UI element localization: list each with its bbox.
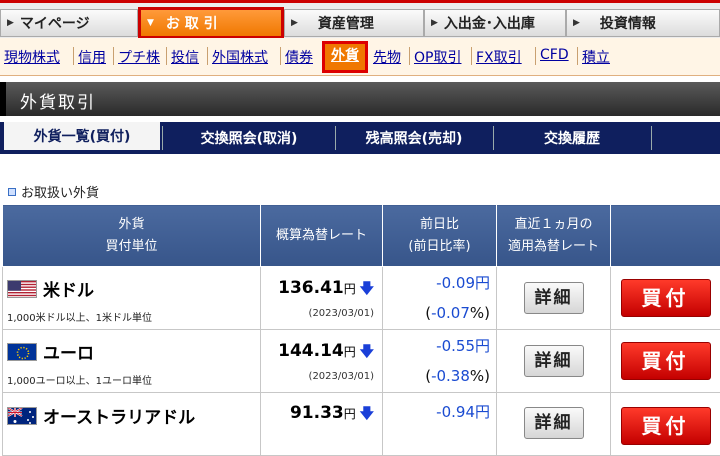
subnav-foreign-stock[interactable]: 外国株式 bbox=[212, 47, 268, 67]
change-percent: -0.38 bbox=[431, 367, 470, 385]
detail-button[interactable]: 詳細 bbox=[524, 345, 584, 377]
subnav-accumulate[interactable]: 積立 bbox=[582, 47, 610, 67]
triangle-right-icon: ▶ bbox=[291, 18, 298, 28]
divider bbox=[577, 47, 578, 65]
detail-cell: 詳細 bbox=[497, 267, 611, 330]
divider bbox=[280, 47, 281, 65]
us-flag-icon bbox=[7, 280, 37, 298]
tab-info[interactable]: ▶投資情報 bbox=[566, 9, 720, 37]
tab-exchange-inquiry[interactable]: 交換照会(取消) bbox=[164, 122, 334, 154]
rate-cell: 144.14円 🡇 (2023/03/01) bbox=[261, 330, 383, 393]
subnav-stock[interactable]: 現物株式 bbox=[4, 47, 60, 67]
divider bbox=[471, 47, 472, 65]
currency-name: ユーロ bbox=[3, 339, 260, 364]
divider bbox=[651, 126, 652, 150]
divider bbox=[166, 47, 167, 65]
currency-cell: 米ドル 1,000米ドル以上、1米ドル単位 bbox=[3, 267, 261, 330]
buy-button[interactable]: 買付 bbox=[621, 342, 711, 380]
buy-cell: 買付 bbox=[611, 393, 720, 456]
table-row: ユーロ 1,000ユーロ以上、1ユーロ単位 144.14円 🡇 (2023/03… bbox=[3, 330, 720, 393]
change-value: -0.94 bbox=[436, 403, 475, 421]
triangle-down-icon: ▼ bbox=[147, 18, 154, 28]
down-arrow-icon: 🡇 bbox=[360, 406, 374, 422]
triangle-right-icon: ▶ bbox=[573, 18, 580, 28]
tab-trade[interactable]: ▼お 取 引 bbox=[138, 7, 284, 39]
change-value: -0.09 bbox=[436, 274, 475, 292]
eu-flag-icon bbox=[7, 343, 37, 361]
buy-cell: 買付 bbox=[611, 330, 720, 393]
currency-table: 外貨買付単位 概算為替レート 前日比(前日比率) 直近１ヵ月の適用為替レート 米… bbox=[2, 204, 720, 456]
header-change: 前日比(前日比率) bbox=[383, 205, 497, 267]
down-arrow-icon: 🡇 bbox=[360, 344, 374, 360]
triangle-right-icon: ▶ bbox=[7, 18, 14, 28]
tab-assets[interactable]: ▶資産管理 bbox=[284, 9, 424, 37]
buy-cell: 買付 bbox=[611, 267, 720, 330]
detail-cell: 詳細 bbox=[497, 393, 611, 456]
currency-name: オーストラリアドル bbox=[3, 403, 260, 428]
detail-button[interactable]: 詳細 bbox=[524, 407, 584, 439]
sub-tabs: 外貨一覧(買付) 交換照会(取消) 残高照会(売却) 交換履歴 bbox=[0, 122, 720, 154]
subnav-petit[interactable]: プチ株 bbox=[118, 47, 160, 67]
buy-button[interactable]: 買付 bbox=[621, 279, 711, 317]
header-recent-rate: 直近１ヵ月の適用為替レート bbox=[497, 205, 611, 267]
subnav-bond[interactable]: 債券 bbox=[285, 47, 313, 67]
detail-button[interactable]: 詳細 bbox=[524, 282, 584, 314]
divider bbox=[409, 47, 410, 65]
tab-mypage[interactable]: ▶マイページ bbox=[0, 9, 138, 37]
header-currency: 外貨買付単位 bbox=[3, 205, 261, 267]
subnav-fund[interactable]: 投信 bbox=[171, 47, 199, 67]
rate-value: 144.14 bbox=[278, 341, 344, 361]
sub-nav: 現物株式 信用 プチ株 投信 外国株式 債券 外貨 先物 OP取引 FX取引 C… bbox=[0, 38, 720, 76]
subnav-forex[interactable]: 外貨 bbox=[325, 44, 365, 68]
down-arrow-icon: 🡇 bbox=[360, 281, 374, 297]
divider bbox=[535, 47, 536, 65]
rate-cell: 91.33円 🡇 bbox=[261, 393, 383, 456]
subnav-futures[interactable]: 先物 bbox=[373, 47, 401, 67]
table-row: 米ドル 1,000米ドル以上、1米ドル単位 136.41円 🡇 (2023/03… bbox=[3, 267, 720, 330]
triangle-right-icon: ▶ bbox=[431, 18, 438, 28]
divider bbox=[113, 47, 114, 65]
subnav-cfd[interactable]: CFD bbox=[540, 47, 569, 63]
header-action bbox=[611, 205, 720, 267]
buy-button[interactable]: 買付 bbox=[621, 407, 711, 445]
divider bbox=[73, 47, 74, 65]
rate-value: 91.33 bbox=[290, 403, 344, 423]
purchase-unit: 1,000米ドル以上、1米ドル単位 bbox=[3, 309, 260, 324]
change-value: -0.55 bbox=[436, 337, 475, 355]
tab-exchange-history[interactable]: 交換履歴 bbox=[494, 122, 650, 154]
page-title-bar: 外貨取引 bbox=[0, 82, 720, 116]
currency-cell: オーストラリアドル bbox=[3, 393, 261, 456]
change-percent: -0.07 bbox=[431, 304, 470, 322]
change-cell: -0.55円 (-0.38%) bbox=[383, 330, 497, 393]
subnav-fx[interactable]: FX取引 bbox=[476, 47, 522, 67]
rate-value: 136.41 bbox=[278, 278, 344, 298]
tab-balance-inquiry[interactable]: 残高照会(売却) bbox=[336, 122, 492, 154]
page-title: 外貨取引 bbox=[20, 88, 96, 113]
rate-date: (2023/03/01) bbox=[261, 308, 374, 319]
change-cell: -0.09円 (-0.07%) bbox=[383, 267, 497, 330]
detail-cell: 詳細 bbox=[497, 330, 611, 393]
au-flag-icon bbox=[7, 407, 37, 425]
square-bullet-icon bbox=[8, 188, 16, 196]
subnav-margin[interactable]: 信用 bbox=[78, 47, 106, 67]
header-rate: 概算為替レート bbox=[261, 205, 383, 267]
currency-name: 米ドル bbox=[3, 276, 260, 301]
table-header-row: 外貨買付単位 概算為替レート 前日比(前日比率) 直近１ヵ月の適用為替レート bbox=[3, 205, 720, 267]
currency-cell: ユーロ 1,000ユーロ以上、1ユーロ単位 bbox=[3, 330, 261, 393]
table-row: オーストラリアドル 91.33円 🡇 -0.94円 詳細 買付 bbox=[3, 393, 720, 456]
subnav-forex-selected[interactable]: 外貨 bbox=[322, 41, 368, 73]
top-nav: ▶マイページ ▼お 取 引 ▶資産管理 ▶入出金･入出庫 ▶投資情報 bbox=[0, 0, 720, 38]
rate-date: (2023/03/01) bbox=[261, 371, 374, 382]
subnav-options[interactable]: OP取引 bbox=[414, 47, 461, 67]
divider bbox=[162, 126, 163, 150]
tab-deposit[interactable]: ▶入出金･入出庫 bbox=[424, 9, 566, 37]
rate-cell: 136.41円 🡇 (2023/03/01) bbox=[261, 267, 383, 330]
section-heading: お取扱い外貨 bbox=[8, 182, 99, 201]
tab-currency-list[interactable]: 外貨一覧(買付) bbox=[4, 122, 160, 154]
change-cell: -0.94円 bbox=[383, 393, 497, 456]
divider bbox=[207, 47, 208, 65]
purchase-unit: 1,000ユーロ以上、1ユーロ単位 bbox=[3, 372, 260, 387]
